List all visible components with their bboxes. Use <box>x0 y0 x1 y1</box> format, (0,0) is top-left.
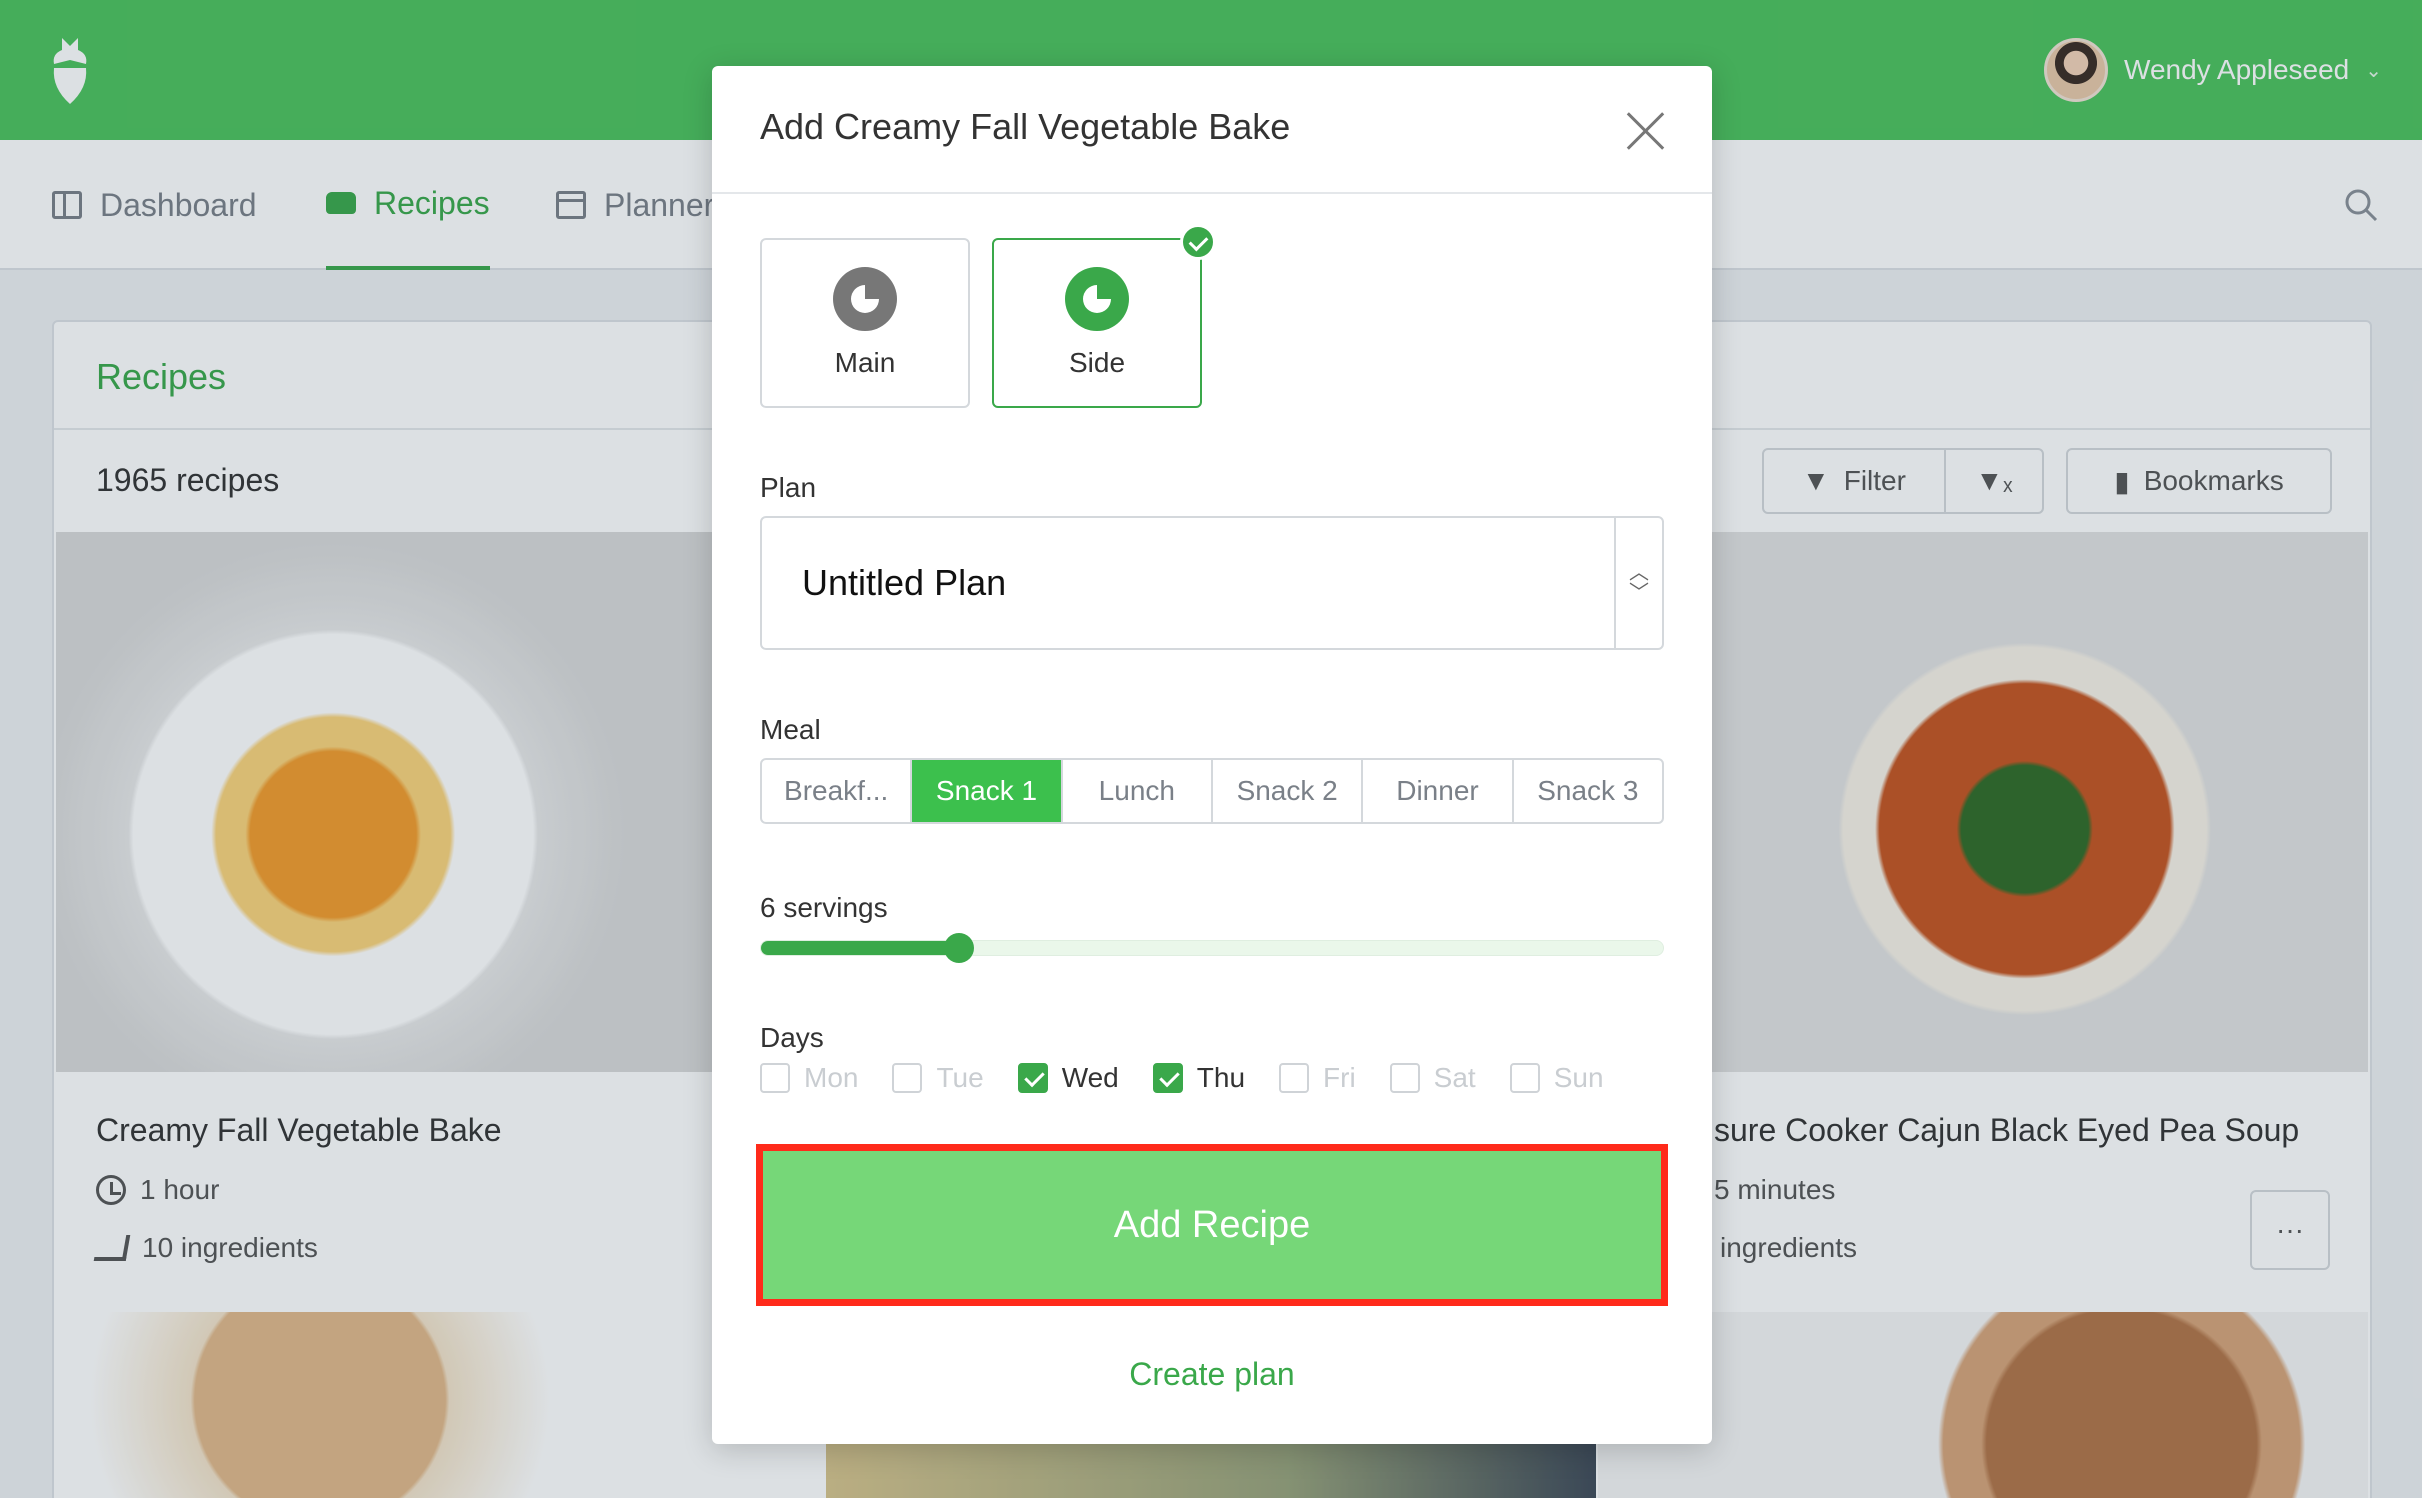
day-label: Sat <box>1433 1062 1476 1093</box>
slider-handle[interactable] <box>944 933 975 963</box>
days-checkboxes: Mon Tue Wed Thu Fri Sat Sun <box>760 1062 1638 1094</box>
type-main-option[interactable]: Main <box>760 238 970 408</box>
add-recipe-modal: Add Creamy Fall Vegetable Bake Main Side… <box>712 66 1712 1444</box>
checkbox-icon <box>760 1063 790 1093</box>
select-arrows-icon: ︿ ﹀ <box>1614 518 1662 648</box>
day-thu-checkbox[interactable]: Thu <box>1152 1062 1246 1094</box>
meal-option-lunch[interactable]: Lunch <box>1063 760 1213 822</box>
meal-option-snack-3[interactable]: Snack 3 <box>1514 760 1662 822</box>
checkbox-checked-icon <box>1152 1063 1183 1093</box>
day-mon-checkbox[interactable]: Mon <box>760 1062 858 1094</box>
add-recipe-button[interactable]: Add Recipe <box>756 1144 1668 1306</box>
checkbox-icon <box>1509 1063 1540 1093</box>
close-icon[interactable] <box>1626 110 1666 150</box>
type-side-label: Side <box>1068 347 1126 378</box>
checkbox-checked-icon <box>1017 1063 1048 1093</box>
meal-option-breakfast[interactable]: Breakf... <box>762 760 913 822</box>
meal-option-dinner[interactable]: Dinner <box>1363 760 1514 822</box>
modal-title: Add Creamy Fall Vegetable Bake <box>760 106 1291 147</box>
checkbox-icon <box>892 1063 923 1093</box>
day-fri-checkbox[interactable]: Fri <box>1279 1062 1356 1094</box>
check-badge-icon <box>1180 224 1216 260</box>
day-sat-checkbox[interactable]: Sat <box>1389 1062 1476 1094</box>
plan-select[interactable]: Untitled Plan ︿ ﹀ <box>760 516 1664 650</box>
checkbox-icon <box>1279 1063 1310 1093</box>
day-label: Mon <box>804 1062 859 1093</box>
side-dish-icon <box>1065 267 1129 331</box>
day-label: Tue <box>936 1062 984 1093</box>
meal-selector: Breakf... Snack 1 Lunch Snack 2 Dinner S… <box>760 758 1664 824</box>
day-sun-checkbox[interactable]: Sun <box>1509 1062 1604 1094</box>
plan-label: Plan <box>760 472 817 503</box>
meal-option-snack-2[interactable]: Snack 2 <box>1213 760 1364 822</box>
create-plan-link[interactable]: Create plan <box>712 1356 1712 1393</box>
days-label: Days <box>760 1022 824 1053</box>
day-tue-checkbox[interactable]: Tue <box>892 1062 984 1094</box>
type-side-option[interactable]: Side <box>992 224 1216 408</box>
meal-label: Meal <box>760 714 821 745</box>
day-wed-checkbox[interactable]: Wed <box>1017 1062 1119 1094</box>
day-label: Wed <box>1061 1062 1119 1093</box>
modal-header: Add Creamy Fall Vegetable Bake <box>712 66 1712 194</box>
meal-option-snack-1[interactable]: Snack 1 <box>912 760 1063 822</box>
day-label: Fri <box>1323 1062 1356 1093</box>
type-main-label: Main <box>834 347 896 378</box>
day-label: Thu <box>1196 1062 1246 1093</box>
servings-label: 6 servings <box>760 892 888 923</box>
add-recipe-label: Add Recipe <box>1113 1203 1311 1246</box>
main-dish-icon <box>833 267 897 331</box>
slider-fill <box>761 941 960 955</box>
plan-value: Untitled Plan <box>802 562 1007 603</box>
checkbox-icon <box>1389 1063 1420 1093</box>
servings-slider[interactable] <box>760 933 1664 963</box>
day-label: Sun <box>1553 1062 1604 1093</box>
